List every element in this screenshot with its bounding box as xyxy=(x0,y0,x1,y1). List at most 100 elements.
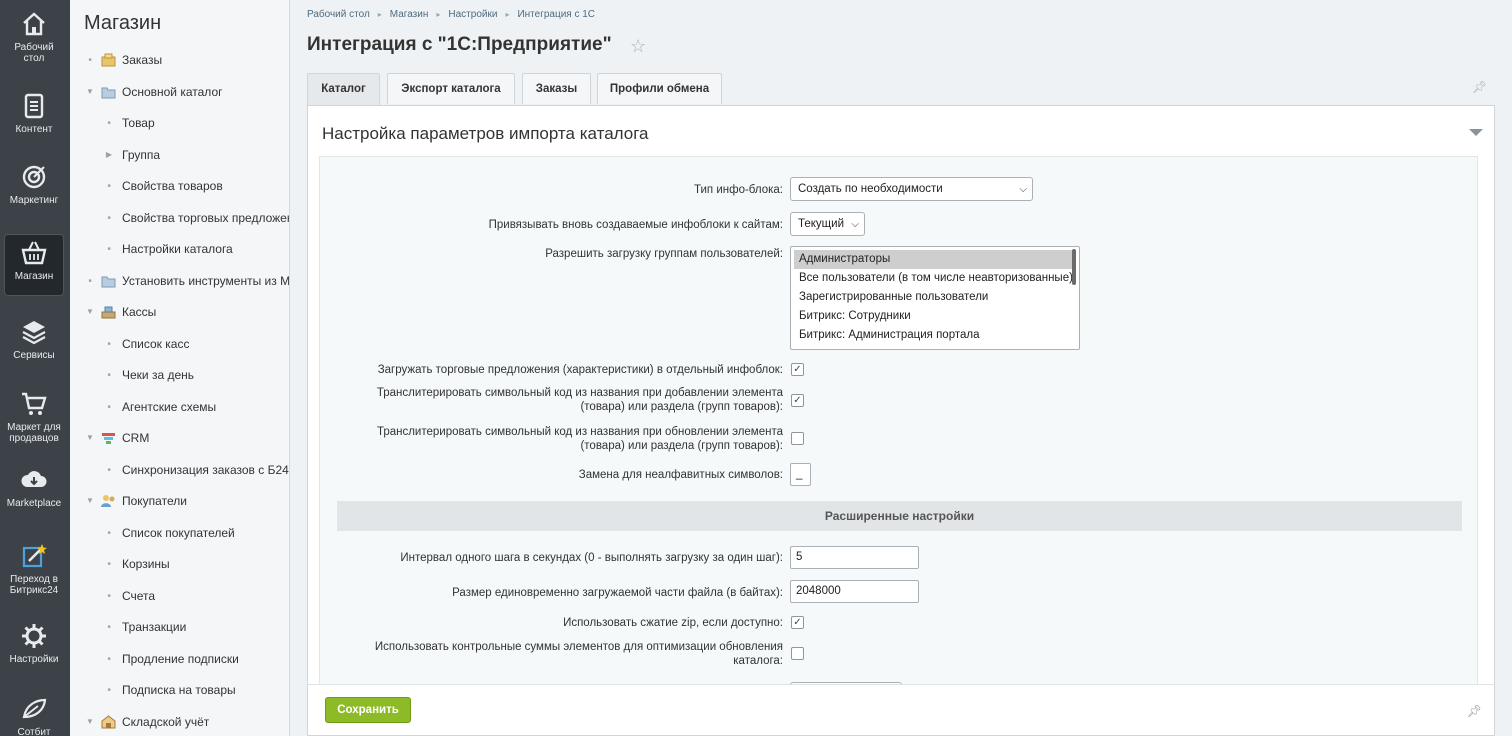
save-button[interactable]: Сохранить xyxy=(325,697,411,723)
pin-icon[interactable]: 📌︎ xyxy=(1472,80,1487,94)
edit-star-icon xyxy=(20,542,48,570)
chevron-down-icon: ⌵ xyxy=(851,219,859,230)
expand-right-icon[interactable]: ▶ xyxy=(105,145,113,165)
listbox-scrollbar[interactable] xyxy=(1072,249,1076,285)
chevron-right-icon: ▸ xyxy=(505,10,510,19)
rail-item-settings[interactable]: Настройки xyxy=(4,622,64,665)
interval-label: Интервал одного шага в секундах (0 - вып… xyxy=(400,552,783,564)
rail-item-label: Контент xyxy=(15,124,53,135)
sidebar-item[interactable]: ■ Свойства торговых предложений xyxy=(70,208,290,228)
rail-item-shop[interactable]: Магазин xyxy=(4,234,64,296)
expand-down-icon[interactable]: ▼ xyxy=(86,302,94,322)
sidebar-item[interactable]: ■ Список покупателей xyxy=(70,523,289,543)
warehouse-icon xyxy=(101,714,116,729)
groups-option[interactable]: Администраторы xyxy=(794,250,1072,269)
sidebar-item[interactable]: ▼ Основной каталог xyxy=(70,82,289,102)
translit-add-checkbox[interactable]: ✓ xyxy=(791,394,804,407)
sidebar-item[interactable]: ■ Товар xyxy=(70,113,289,133)
pin-icon[interactable]: 📌︎ xyxy=(1467,704,1482,718)
offers-checkbox[interactable]: ✓ xyxy=(791,363,804,376)
rail-item-marketplace[interactable]: Marketplace xyxy=(4,466,64,509)
sidebar-item[interactable]: ▶ Группа xyxy=(70,145,289,165)
filesize-input[interactable]: 2048000 xyxy=(790,580,919,603)
rail-item-label: Сотбит xyxy=(17,727,51,736)
checksum-checkbox[interactable] xyxy=(791,647,804,660)
iblock-type-value: Создать по необходимости xyxy=(798,183,943,195)
bullet-icon: ■ xyxy=(107,592,111,599)
rail-item-services[interactable]: Сервисы xyxy=(4,318,64,361)
tab-catalog-export[interactable]: Экспорт каталога xyxy=(387,73,515,104)
sidebar-item-label: Список покупателей xyxy=(122,525,235,540)
breadcrumb-item-settings[interactable]: Настройки xyxy=(448,9,497,20)
sidebar-item[interactable]: ■ Счета xyxy=(70,586,289,606)
main-area: Рабочий стол ▸ Магазин ▸ Настройки ▸ Интеграци… xyxy=(290,0,1512,736)
sidebar-item[interactable]: ■ Установить инструменты из Маркетплейс xyxy=(70,271,290,291)
rail-item-marketing[interactable]: Маркетинг xyxy=(4,163,64,206)
sidebar-item[interactable]: ■ Настройки каталога xyxy=(70,239,289,259)
groups-option[interactable]: Битрикс: Сотрудники xyxy=(794,307,1072,326)
settings-form: Тип инфо-блока: Создать по необходимости… xyxy=(319,156,1478,684)
rail-item-more[interactable]: Сотбит xyxy=(4,695,64,736)
sidebar-item[interactable]: ■ Подписка на товары xyxy=(70,680,289,700)
tab-orders[interactable]: Заказы xyxy=(522,73,591,104)
sidebar-item[interactable]: ▼ Складской учёт xyxy=(70,712,289,732)
layers-icon xyxy=(20,318,48,346)
rail-item-desktop[interactable]: Рабочий стол xyxy=(4,10,64,64)
rail-item-market[interactable]: Маркет для продавцов xyxy=(4,390,64,444)
tab-exchange-profiles[interactable]: Профили обмена xyxy=(597,73,722,104)
groups-option[interactable]: Зарегистрированные пользователи xyxy=(794,288,1072,307)
sidebar-item[interactable]: ■ Свойства товаров xyxy=(70,176,289,196)
replace-input[interactable]: _ xyxy=(790,463,811,486)
sidebar-item[interactable]: ■ Транзакции xyxy=(70,617,289,637)
basket-icon xyxy=(20,239,48,267)
iblock-type-select[interactable]: Создать по необходимости ⌵ xyxy=(790,177,1033,201)
sidebar-item[interactable]: ▼ Покупатели xyxy=(70,491,289,511)
sidebar-item[interactable]: ■ Агентские схемы xyxy=(70,397,289,417)
settings-panel: Настройка параметров импорта каталога Ти… xyxy=(307,105,1495,685)
expand-down-icon[interactable]: ▼ xyxy=(86,82,94,102)
replace-label: Замена для неалфавитных символов: xyxy=(578,469,783,481)
sidebar-item-label: CRM xyxy=(122,431,150,445)
bind-sites-select[interactable]: Текущий ⌵ xyxy=(790,212,865,236)
sidebar-item[interactable]: ■ Продление подписки xyxy=(70,649,289,669)
breadcrumb-item-desktop[interactable]: Рабочий стол xyxy=(307,9,370,20)
sidebar-item[interactable]: ■ Корзины xyxy=(70,554,289,574)
groups-listbox[interactable]: Администраторы Все пользователи (в том ч… xyxy=(790,246,1080,350)
cashbox-icon xyxy=(101,305,116,319)
groups-option[interactable]: Все пользователи (в том числе неавторизо… xyxy=(794,269,1073,288)
sidebar-item-label: Синхронизация заказов с Б24 xyxy=(122,462,289,477)
orders-icon xyxy=(101,53,116,67)
chevron-down-icon: ⌵ xyxy=(1019,184,1027,195)
translit-update-checkbox[interactable] xyxy=(791,432,804,445)
rail-item-bitrix24[interactable]: Переход в Битрикс24 xyxy=(4,542,64,596)
sidebar-item-label: Кассы xyxy=(122,305,157,319)
sidebar-item-label: Свойства торговых предложений xyxy=(122,210,290,225)
expand-down-icon[interactable]: ▼ xyxy=(86,491,94,511)
bind-sites-value: Текущий xyxy=(798,218,844,230)
groups-label: Разрешить загрузку группам пользователей… xyxy=(545,248,783,260)
sidebar-item[interactable]: ▼ CRM xyxy=(70,428,289,448)
expand-down-icon[interactable]: ▼ xyxy=(86,712,94,732)
tab-catalog[interactable]: Каталог xyxy=(307,73,380,105)
interval-input[interactable]: 5 xyxy=(790,546,919,569)
sidebar-item[interactable]: ▼ Кассы xyxy=(70,302,289,322)
sidebar-item[interactable]: ■ Синхронизация заказов с Б24 xyxy=(70,460,289,480)
bullet-icon: ■ xyxy=(107,655,111,662)
sidebar-item[interactable]: ■ Список касс xyxy=(70,334,289,354)
checksum-label: Использовать контрольные суммы элементов… xyxy=(374,641,783,667)
groups-option[interactable]: Битрикс: Администрация портала xyxy=(794,326,1072,345)
breadcrumb-item-shop[interactable]: Магазин xyxy=(390,9,429,20)
sidebar-item[interactable]: ■ Заказы xyxy=(70,50,289,70)
page-title: Интеграция с "1С:Предприятие" xyxy=(307,34,612,55)
zip-checkbox[interactable]: ✓ xyxy=(791,616,804,629)
star-icon[interactable]: ☆ xyxy=(630,36,646,57)
collapse-arrow-icon[interactable] xyxy=(1469,129,1483,136)
breadcrumb-item-current[interactable]: Интеграция с 1С xyxy=(517,9,595,20)
bind-sites-label: Привязывать вновь создаваемые инфоблоки … xyxy=(488,219,783,231)
bullet-icon: ■ xyxy=(107,120,111,126)
sidebar-item-label: Складской учёт xyxy=(122,714,210,729)
rail-item-content[interactable]: Контент xyxy=(4,92,64,135)
sidebar-item[interactable]: ■ Чеки за день xyxy=(70,365,289,385)
expand-down-icon[interactable]: ▼ xyxy=(86,428,94,448)
sidebar-item-label: Установить инструменты из Маркетплейс xyxy=(122,273,290,288)
